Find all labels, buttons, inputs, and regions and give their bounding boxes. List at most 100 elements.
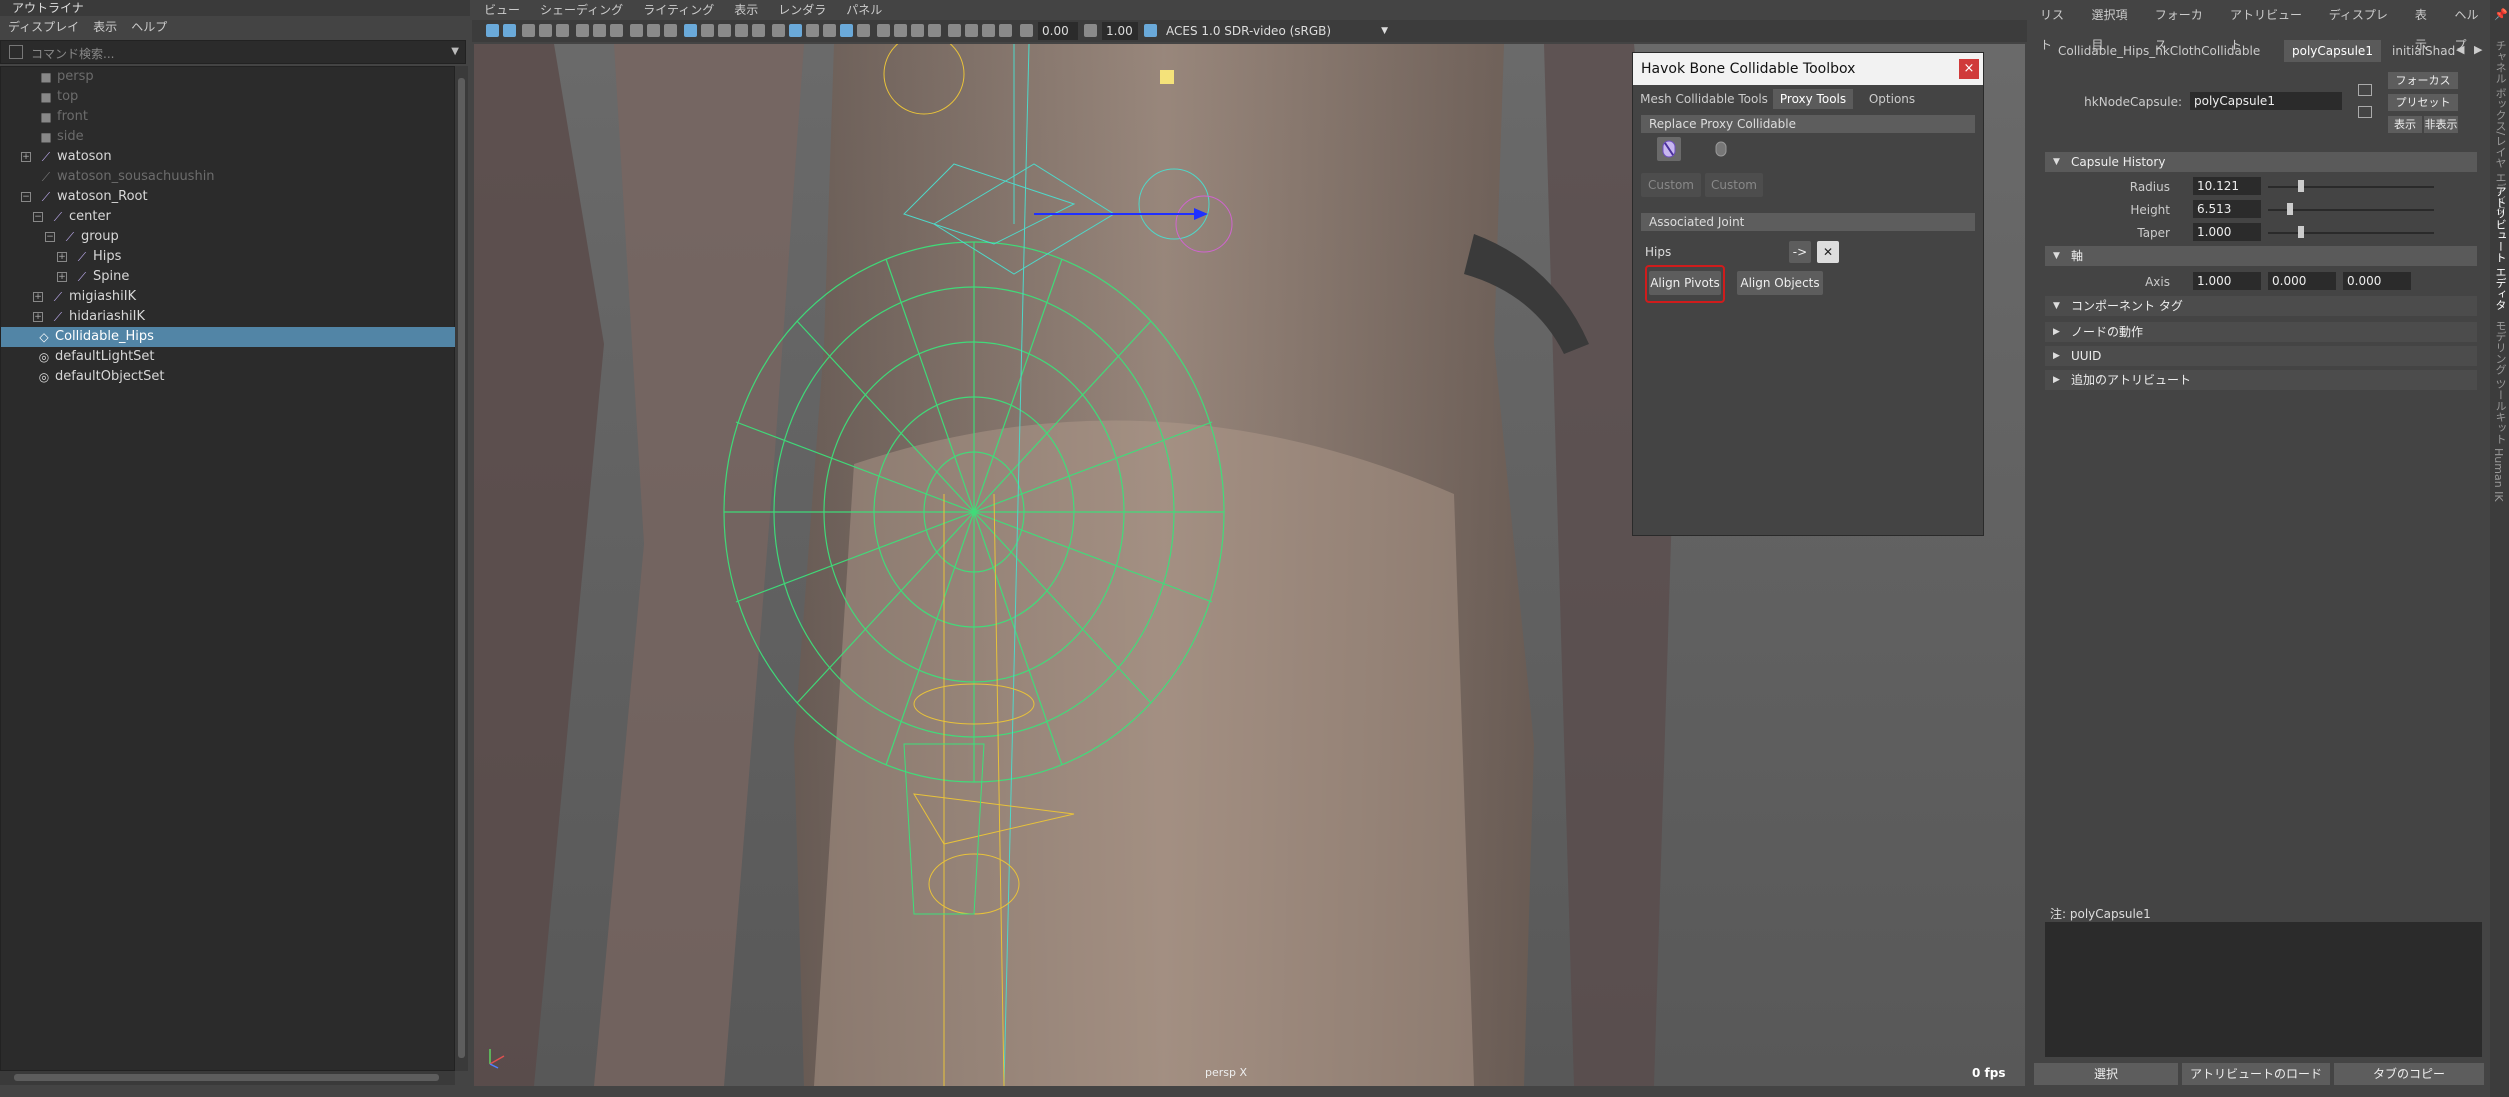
- shadows-icon[interactable]: [823, 24, 836, 37]
- section-capsule-history[interactable]: ▼ Capsule History: [2045, 152, 2477, 172]
- outliner-item-top[interactable]: ■ top: [1, 87, 456, 107]
- depth-of-field-icon[interactable]: [928, 24, 941, 37]
- outliner-item-watoson-sousachuushin[interactable]: ⟋ watoson_sousachuushin: [1, 167, 456, 187]
- wireframe-icon[interactable]: [684, 24, 697, 37]
- outliner-search-field[interactable]: コマンド検索... ▼: [0, 40, 466, 64]
- radius-slider[interactable]: [2268, 186, 2434, 188]
- outliner-item-hips[interactable]: + ⟋ Hips: [1, 247, 456, 267]
- radius-field[interactable]: 10.121: [2193, 177, 2261, 195]
- viewport-menu-lighting[interactable]: ライティング: [643, 0, 714, 20]
- hide-button[interactable]: 非表示: [2424, 116, 2458, 133]
- notes-field[interactable]: [2045, 922, 2482, 1057]
- section-extra-attributes[interactable]: ▶ 追加のアトリビュート: [2045, 370, 2477, 390]
- focus-button[interactable]: フォーカス: [2388, 72, 2458, 89]
- outliner-horizontal-scroll-thumb[interactable]: [14, 1074, 439, 1081]
- outliner-item-spine[interactable]: + ⟋ Spine: [1, 267, 456, 287]
- wireframe-on-shaded-icon[interactable]: [772, 24, 785, 37]
- ae-menu-show[interactable]: 表示: [2415, 0, 2439, 52]
- tab-options[interactable]: Options: [1859, 89, 1925, 109]
- collapse-icon[interactable]: −: [21, 192, 31, 202]
- film-gate-icon[interactable]: [556, 24, 569, 37]
- assign-joint-button[interactable]: ->: [1789, 241, 1811, 263]
- gamma-field[interactable]: 1.00: [1102, 22, 1138, 40]
- tab-scroll-left-icon[interactable]: ◀: [2456, 43, 2464, 56]
- axis-z-field[interactable]: 0.000: [2343, 272, 2411, 290]
- textured-icon[interactable]: [789, 24, 802, 37]
- exposure-icon[interactable]: [1020, 24, 1033, 37]
- height-slider[interactable]: [2268, 209, 2434, 211]
- 2d-pan-zoom-icon[interactable]: [610, 24, 623, 37]
- expand-icon[interactable]: +: [57, 252, 67, 262]
- section-node-behavior[interactable]: ▶ ノードの動作: [2045, 322, 2477, 342]
- viewport-menu-renderer[interactable]: レンダラ: [778, 0, 826, 20]
- ae-menu-help[interactable]: ヘルプ: [2455, 0, 2490, 52]
- outliner-item-default-object-set[interactable]: ◎ defaultObjectSet: [1, 367, 456, 387]
- side-tab-attribute-editor[interactable]: アトリビュート エディタ: [2492, 186, 2508, 311]
- ae-menu-selected[interactable]: 選択項目: [2091, 0, 2138, 52]
- isolate-select-icon[interactable]: [948, 24, 961, 37]
- viewport-menu-shading[interactable]: シェーディング: [540, 0, 623, 20]
- color-space-dropdown[interactable]: ACES 1.0 SDR-video (sRGB) ▼: [1162, 22, 1392, 40]
- collapse-icon[interactable]: −: [33, 212, 43, 222]
- taper-slider-knob[interactable]: [2298, 226, 2305, 238]
- xray-icon[interactable]: [840, 24, 853, 37]
- taper-slider[interactable]: [2268, 232, 2434, 234]
- xray-joints-icon[interactable]: [857, 24, 870, 37]
- align-pivots-button[interactable]: Align Pivots: [1649, 271, 1721, 295]
- section-axis[interactable]: ▼ 軸: [2045, 246, 2477, 266]
- bookmark-icon[interactable]: [522, 24, 535, 37]
- expand-icon[interactable]: +: [57, 272, 67, 282]
- tab-scroll-right-icon[interactable]: ▶: [2474, 43, 2482, 56]
- outliner-menu-display[interactable]: ディスプレイ: [8, 16, 79, 38]
- section-uuid[interactable]: ▶ UUID: [2045, 346, 2477, 366]
- viewport-menu-show[interactable]: 表示: [734, 0, 758, 20]
- bounding-box-icon[interactable]: [718, 24, 731, 37]
- color-management-icon[interactable]: [999, 24, 1012, 37]
- xray-active-icon[interactable]: [965, 24, 978, 37]
- ambient-occlusion-icon[interactable]: [877, 24, 890, 37]
- ae-menu-attributes[interactable]: アトリビュート: [2230, 0, 2313, 52]
- tab-mesh-collidable-tools[interactable]: Mesh Collidable Tools: [1639, 89, 1769, 109]
- node-name-field[interactable]: polyCapsule1: [2190, 92, 2342, 110]
- outliner-item-watoson-root[interactable]: − ⟋ watoson_Root: [1, 187, 456, 207]
- outliner-item-center[interactable]: − ⟋ center: [1, 207, 456, 227]
- outliner-item-front[interactable]: ■ front: [1, 107, 456, 127]
- exposure-field[interactable]: 0.00: [1038, 22, 1078, 40]
- search-filter-icon[interactable]: [9, 45, 23, 59]
- grid-icon[interactable]: [630, 24, 643, 37]
- sphere-proxy-icon[interactable]: [1709, 137, 1733, 161]
- align-objects-button[interactable]: Align Objects: [1737, 271, 1823, 295]
- close-icon[interactable]: ×: [1959, 59, 1979, 79]
- view-transform-icon[interactable]: [1144, 24, 1157, 37]
- safe-action-icon[interactable]: [735, 24, 748, 37]
- expand-icon[interactable]: +: [33, 292, 43, 302]
- height-field[interactable]: 6.513: [2193, 200, 2261, 218]
- tab-polycapsule1[interactable]: polyCapsule1: [2284, 40, 2381, 62]
- hud-icon[interactable]: [982, 24, 995, 37]
- custom-button-2[interactable]: Custom: [1705, 173, 1763, 197]
- select-camera-icon[interactable]: [486, 24, 499, 37]
- custom-button-1[interactable]: Custom: [1641, 173, 1701, 197]
- chevron-down-icon[interactable]: ▼: [451, 46, 459, 57]
- grease-pencil-icon[interactable]: [593, 24, 606, 37]
- camera-attributes-icon[interactable]: [576, 24, 589, 37]
- select-node-icon[interactable]: [2358, 84, 2372, 96]
- load-attributes-button[interactable]: アトリビュートのロード: [2182, 1063, 2330, 1085]
- gate-mask-icon[interactable]: [664, 24, 677, 37]
- tab-proxy-tools[interactable]: Proxy Tools: [1773, 89, 1853, 109]
- side-tab-modeling-toolkit[interactable]: モデリング ツールキット: [2492, 320, 2508, 445]
- preset-button[interactable]: プリセット: [2388, 94, 2458, 111]
- ae-menu-display[interactable]: ディスプレイ: [2329, 0, 2399, 52]
- section-component-tag[interactable]: ▼ コンポーネント タグ: [2045, 296, 2477, 316]
- taper-field[interactable]: 1.000: [2193, 223, 2261, 241]
- viewport-menu-panels[interactable]: パネル: [846, 0, 882, 20]
- outliner-item-side[interactable]: ■ side: [1, 127, 456, 147]
- axis-y-field[interactable]: 0.000: [2268, 272, 2336, 290]
- ae-menu-focus[interactable]: フォーカス: [2155, 0, 2214, 52]
- show-button[interactable]: 表示: [2388, 116, 2422, 133]
- outliner-menu-show[interactable]: 表示: [93, 16, 117, 38]
- side-tab-human-ik[interactable]: Human IK: [2492, 448, 2505, 502]
- show-output-icon[interactable]: [2358, 106, 2372, 118]
- tab-initialshad[interactable]: initialShad: [2384, 40, 2463, 62]
- chevron-down-icon[interactable]: ▼: [1381, 22, 1388, 40]
